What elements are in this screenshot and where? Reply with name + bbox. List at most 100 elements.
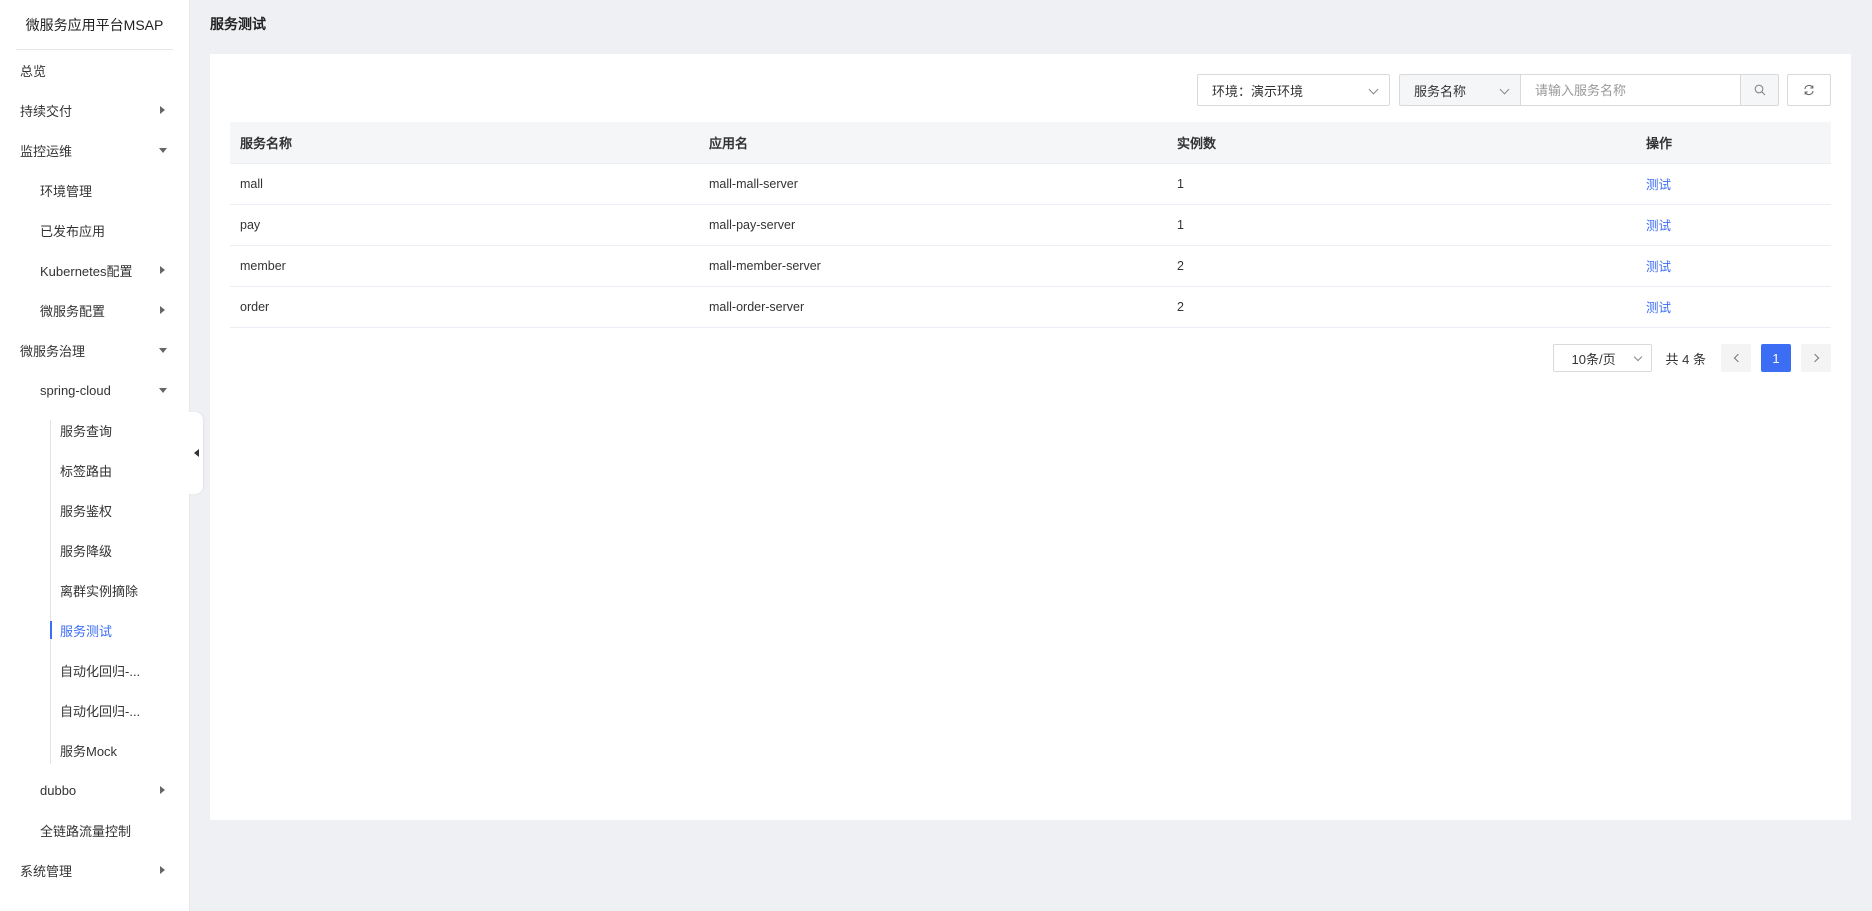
sidebar-item[interactable]: 服务鉴权 bbox=[0, 490, 189, 530]
sidebar-item-label: 微服务配置 bbox=[40, 303, 106, 319]
caret-right-icon bbox=[160, 266, 165, 274]
chevron-right-icon bbox=[1810, 353, 1819, 363]
caret-down-icon bbox=[159, 148, 167, 153]
cell-app-name: mall-pay-server bbox=[699, 204, 1167, 246]
table-row: mall mall-mall-server 1 测试 bbox=[230, 163, 1831, 205]
sidebar-item-label: 标签路由 bbox=[60, 463, 113, 479]
test-link[interactable]: 测试 bbox=[1646, 219, 1671, 233]
sidebar-item-label: 全链路流量控制 bbox=[40, 823, 132, 839]
sidebar-item-label: 服务Mock bbox=[60, 743, 118, 759]
column-header-app-name: 应用名 bbox=[699, 122, 1167, 164]
sidebar-item[interactable]: 持续交付 bbox=[0, 90, 189, 130]
page-size-select[interactable]: 10条/页 bbox=[1552, 344, 1652, 372]
caret-down-icon bbox=[159, 388, 167, 393]
active-indicator bbox=[50, 621, 52, 639]
caret-right-icon bbox=[160, 106, 165, 114]
search-group: 服务名称 bbox=[1399, 74, 1779, 106]
prev-page-button[interactable] bbox=[1721, 344, 1751, 372]
cell-app-name: mall-order-server bbox=[699, 286, 1167, 328]
sidebar-item-label: dubbo bbox=[40, 782, 77, 798]
sidebar-item-label: 离群实例摘除 bbox=[60, 583, 139, 599]
sidebar-item[interactable]: 服务降级 bbox=[0, 530, 189, 570]
next-page-button[interactable] bbox=[1801, 344, 1831, 372]
cell-action: 测试 bbox=[1636, 204, 1831, 246]
search-input[interactable] bbox=[1520, 74, 1741, 106]
sidebar-item-label: 持续交付 bbox=[20, 103, 73, 119]
sidebar-item[interactable]: 服务Mock bbox=[0, 730, 189, 770]
search-button[interactable] bbox=[1741, 74, 1779, 106]
sidebar-item[interactable]: 微服务治理 bbox=[0, 330, 189, 370]
cell-instances: 2 bbox=[1167, 286, 1636, 328]
sidebar-item-label: 服务测试 bbox=[60, 623, 113, 639]
collapse-left-icon bbox=[193, 449, 199, 457]
search-field-value: 服务名称 bbox=[1414, 83, 1467, 99]
sidebar-item[interactable]: 监控运维 bbox=[0, 130, 189, 170]
sidebar-item-label: 系统管理 bbox=[20, 863, 73, 879]
cell-service-name: member bbox=[230, 245, 699, 287]
search-field-select[interactable]: 服务名称 bbox=[1399, 74, 1520, 106]
column-header-instances: 实例数 bbox=[1167, 122, 1636, 164]
cell-instances: 2 bbox=[1167, 245, 1636, 287]
table-header-row: 服务名称 应用名 实例数 操作 bbox=[230, 122, 1831, 164]
environment-select[interactable]: 环境：演示环境 bbox=[1197, 74, 1390, 106]
sidebar-item[interactable]: spring-cloud bbox=[0, 370, 189, 410]
sidebar-item[interactable]: 自动化回归-... bbox=[0, 650, 189, 690]
cell-service-name: order bbox=[230, 286, 699, 328]
chevron-down-icon bbox=[1633, 352, 1642, 362]
sidebar-item[interactable]: 服务查询 bbox=[0, 410, 189, 450]
sidebar-item-label: Kubernetes配置 bbox=[40, 263, 133, 279]
sidebar-item[interactable]: 总览 bbox=[0, 50, 189, 90]
caret-right-icon bbox=[160, 306, 165, 314]
sidebar-item-label: 环境管理 bbox=[40, 183, 93, 199]
sidebar-item[interactable]: 标签路由 bbox=[0, 450, 189, 490]
sidebar-item-label: 服务查询 bbox=[60, 423, 113, 439]
sidebar-item-label: 微服务治理 bbox=[20, 343, 86, 359]
sidebar-item-label: 已发布应用 bbox=[40, 223, 106, 239]
services-table: 服务名称 应用名 实例数 操作 mall mall-mall-server 1 … bbox=[230, 122, 1831, 328]
test-link[interactable]: 测试 bbox=[1646, 301, 1671, 315]
app-title: 微服务应用平台MSAP bbox=[16, 0, 173, 50]
sidebar-item[interactable]: 全链路流量控制 bbox=[0, 810, 189, 850]
refresh-icon bbox=[1804, 84, 1814, 96]
sidebar-item[interactable]: 环境管理 bbox=[0, 170, 189, 210]
test-link[interactable]: 测试 bbox=[1646, 178, 1671, 192]
sidebar-item-label: 监控运维 bbox=[20, 143, 73, 159]
chevron-down-icon bbox=[1368, 84, 1379, 95]
sidebar-item[interactable]: 微服务配置 bbox=[0, 290, 189, 330]
cell-service-name: pay bbox=[230, 204, 699, 246]
cell-action: 测试 bbox=[1636, 245, 1831, 287]
caret-down-icon bbox=[159, 348, 167, 353]
caret-right-icon bbox=[160, 786, 165, 794]
test-link[interactable]: 测试 bbox=[1646, 260, 1671, 274]
sidebar-item[interactable]: 系统管理 bbox=[0, 850, 189, 890]
cell-action: 测试 bbox=[1636, 163, 1831, 205]
sidebar-item[interactable]: 离群实例摘除 bbox=[0, 570, 189, 610]
cell-app-name: mall-member-server bbox=[699, 245, 1167, 287]
page-number-button[interactable]: 1 bbox=[1761, 344, 1791, 372]
cell-service-name: mall bbox=[230, 163, 699, 205]
sidebar-item-label: 自动化回归-... bbox=[60, 663, 141, 679]
pagination: 10条/页 共 4 条 1 bbox=[1552, 344, 1831, 372]
total-count: 共 4 条 bbox=[1665, 351, 1706, 367]
sidebar-item-label: 服务降级 bbox=[60, 543, 113, 559]
sidebar-item[interactable]: dubbo bbox=[0, 770, 189, 810]
cell-instances: 1 bbox=[1167, 163, 1636, 205]
search-icon bbox=[1754, 84, 1765, 96]
sidebar-item-label: 总览 bbox=[20, 63, 47, 79]
sidebar-item-label: spring-cloud bbox=[40, 382, 111, 398]
sidebar-item[interactable]: Kubernetes配置 bbox=[0, 250, 189, 290]
column-header-actions: 操作 bbox=[1636, 122, 1831, 164]
cell-action: 测试 bbox=[1636, 286, 1831, 328]
sidebar-item[interactable]: 服务测试 bbox=[0, 610, 189, 650]
sidebar-item[interactable]: 自动化回归-... bbox=[0, 690, 189, 730]
chevron-down-icon bbox=[1499, 84, 1510, 95]
caret-right-icon bbox=[160, 866, 165, 874]
sidebar-item[interactable]: 已发布应用 bbox=[0, 210, 189, 250]
sidebar-menu: 总览持续交付监控运维环境管理已发布应用 Kubernetes配置 微服务配置微服务治… bbox=[0, 50, 189, 890]
page-title: 服务测试 bbox=[210, 16, 266, 32]
sidebar-item-label: 自动化回归-... bbox=[60, 703, 141, 719]
sidebar-collapse-button[interactable] bbox=[189, 412, 203, 494]
column-header-service-name: 服务名称 bbox=[230, 122, 699, 164]
table-row: member mall-member-server 2 测试 bbox=[230, 245, 1831, 287]
refresh-button[interactable] bbox=[1787, 74, 1831, 106]
